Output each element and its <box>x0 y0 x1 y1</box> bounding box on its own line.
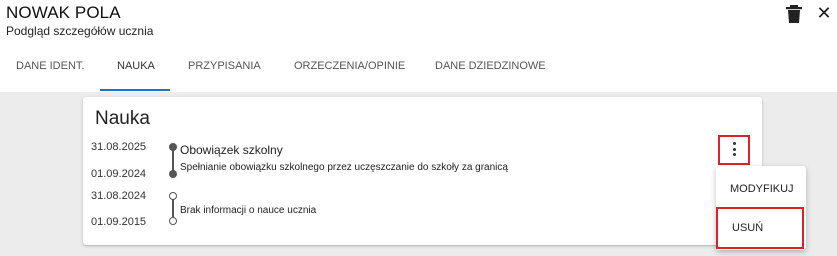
tab-nauka[interactable]: NAUKA <box>117 60 155 92</box>
page-subtitle: Podgląd szczegółów ucznia <box>6 24 154 38</box>
active-tab-indicator <box>100 89 170 91</box>
entry-date-to: 31.08.2025 <box>91 141 147 153</box>
more-options-button[interactable] <box>718 135 750 165</box>
close-icon[interactable]: ✕ <box>815 3 833 23</box>
entry-description: Spełnianie obowiązku szkolnego przez ucz… <box>180 162 508 173</box>
entry-date-from: 01.09.2015 <box>91 216 147 228</box>
trash-icon[interactable] <box>786 5 802 23</box>
nauka-card: Nauka 31.08.2025 01.09.2024 Obowiązek sz… <box>83 97 762 245</box>
entry-date-from: 01.09.2024 <box>91 168 147 180</box>
entry-title: Obowiązek szkolny <box>180 143 283 157</box>
entry-date-to: 31.08.2024 <box>91 190 147 202</box>
tab-dane-dziedzinowe[interactable]: DANE DZIEDZINOWE <box>435 60 546 92</box>
menu-item-modyfikuj[interactable]: MODYFIKUJ <box>730 183 794 195</box>
header: NOWAK POLA Podgląd szczegółów ucznia ✕ D… <box>0 0 837 92</box>
context-menu: MODYFIKUJ USUŃ <box>716 166 806 250</box>
timeline-line <box>172 149 174 171</box>
tab-orzeczenia-opinie[interactable]: ORZECZENIA/OPINIE <box>294 60 405 92</box>
entry-description: Brak informacji o nauce ucznia <box>180 205 317 216</box>
tab-bar: DANE IDENT. NAUKA PRZYPISANIA ORZECZENIA… <box>0 54 837 92</box>
menu-item-usun[interactable]: USUŃ <box>716 207 804 249</box>
page-title: NOWAK POLA <box>6 3 121 22</box>
tab-przypisania[interactable]: PRZYPISANIA <box>188 60 261 92</box>
timeline-dot-filled <box>169 170 177 178</box>
more-vertical-icon <box>732 142 736 158</box>
timeline-dot-open <box>169 217 177 225</box>
card-title: Nauka <box>95 108 150 129</box>
timeline-line <box>172 199 174 217</box>
tab-dane-ident[interactable]: DANE IDENT. <box>16 60 84 92</box>
